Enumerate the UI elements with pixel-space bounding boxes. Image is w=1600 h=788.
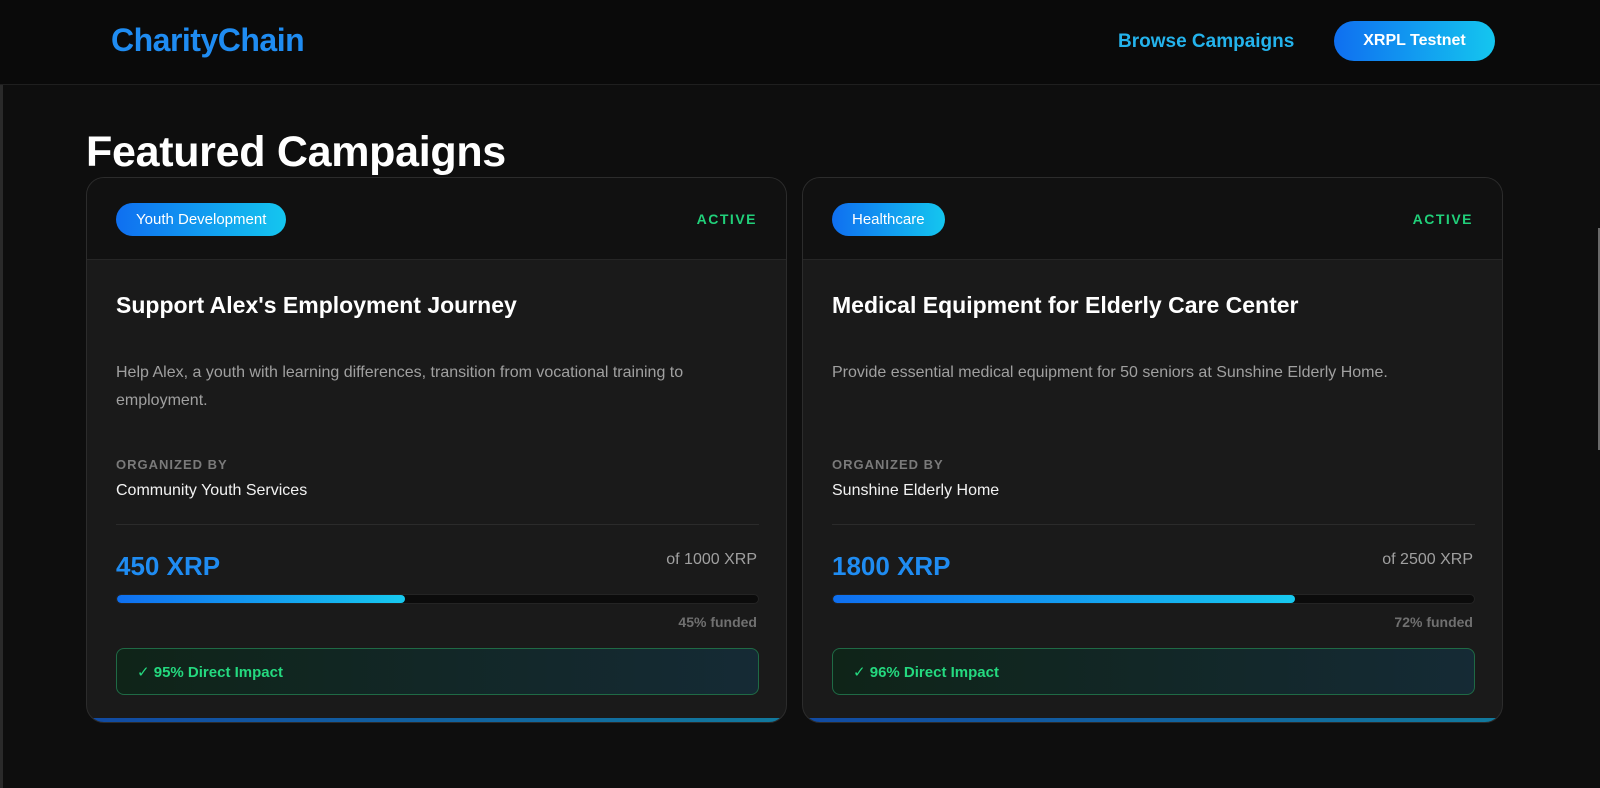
top-navbar: CharityChain Browse Campaigns XRPL Testn… xyxy=(0,0,1600,85)
campaign-card[interactable]: Youth Development ACTIVE Support Alex's … xyxy=(86,177,787,723)
organizer-label: ORGANIZED BY xyxy=(116,457,228,472)
impact-box: ✓ 96% Direct Impact xyxy=(832,648,1475,695)
progress-fill xyxy=(833,595,1295,603)
organizer-name: Community Youth Services xyxy=(116,482,308,499)
network-button[interactable]: XRPL Testnet xyxy=(1334,21,1495,61)
progress-bar xyxy=(832,594,1475,604)
card-divider xyxy=(832,524,1475,525)
category-badge: Healthcare xyxy=(832,203,945,236)
raised-amount: 1800 XRP xyxy=(832,551,951,581)
campaign-card[interactable]: Healthcare ACTIVE Medical Equipment for … xyxy=(802,177,1503,723)
goal-amount: of 1000 XRP xyxy=(666,551,757,568)
campaign-title[interactable]: Support Alex's Employment Journey xyxy=(116,292,517,319)
card-header: Youth Development ACTIVE xyxy=(87,178,786,260)
card-divider xyxy=(116,524,759,525)
card-header: Healthcare ACTIVE xyxy=(803,178,1502,260)
card-accent-bar xyxy=(87,718,786,722)
status-badge: ACTIVE xyxy=(696,211,757,227)
funded-percent: 45% funded xyxy=(678,614,757,630)
browse-campaigns-link[interactable]: Browse Campaigns xyxy=(1118,31,1294,53)
status-badge: ACTIVE xyxy=(1412,211,1473,227)
card-accent-bar xyxy=(803,718,1502,722)
category-badge: Youth Development xyxy=(116,203,287,236)
brand-logo[interactable]: CharityChain xyxy=(111,22,305,59)
organizer-name: Sunshine Elderly Home xyxy=(832,482,1000,499)
progress-bar xyxy=(116,594,759,604)
impact-text: ✓ 96% Direct Impact xyxy=(853,664,999,681)
impact-text: ✓ 95% Direct Impact xyxy=(137,664,283,681)
page-title: Featured Campaigns xyxy=(86,128,506,176)
organizer-label: ORGANIZED BY xyxy=(832,457,944,472)
goal-amount: of 2500 XRP xyxy=(1382,551,1473,568)
impact-box: ✓ 95% Direct Impact xyxy=(116,648,759,695)
raised-amount: 450 XRP xyxy=(116,551,221,581)
campaign-description: Help Alex, a youth with learning differe… xyxy=(116,364,684,409)
window-edge xyxy=(0,0,3,788)
funded-percent: 72% funded xyxy=(1394,614,1473,630)
campaign-description: Provide essential medical equipment for … xyxy=(832,364,1388,381)
progress-fill xyxy=(117,595,406,603)
campaign-title[interactable]: Medical Equipment for Elderly Care Cente… xyxy=(832,292,1299,319)
